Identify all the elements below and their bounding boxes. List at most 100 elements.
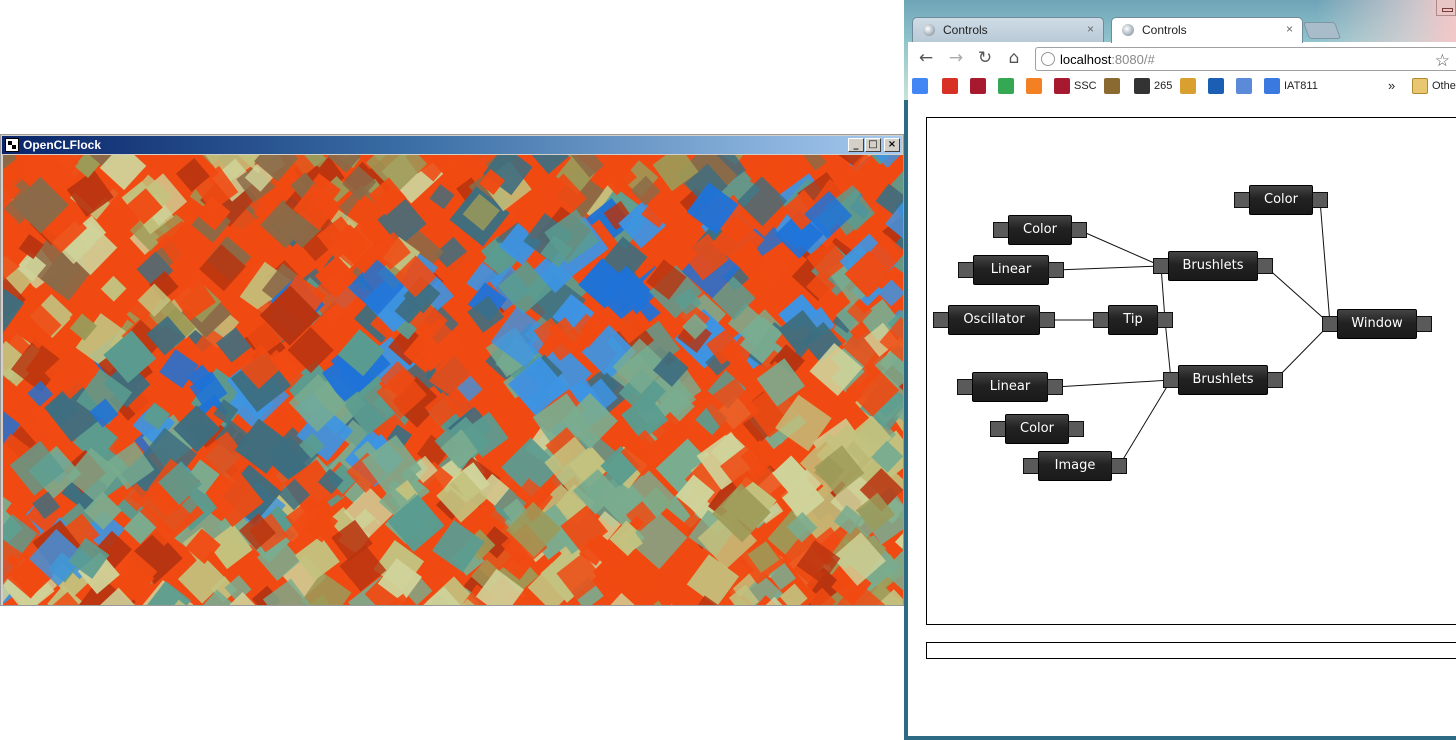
output-port[interactable] [1039,312,1055,328]
other-bookmarks[interactable]: Othe [1412,76,1456,96]
node-tip[interactable]: Tip [1093,305,1173,335]
maximize-button[interactable]: □ [865,138,881,152]
input-port[interactable] [1023,458,1039,474]
stack-icon [1026,78,1042,95]
input-port[interactable] [993,222,1009,238]
output-port[interactable] [1068,421,1084,437]
bookmark-label: IAT811 [1284,80,1318,92]
close-tab-icon[interactable]: × [1087,22,1094,36]
doc-blue-icon [1264,78,1280,95]
edge-linear1-brushlets1 [1055,265,1162,271]
input-port[interactable] [990,421,1006,437]
output-port[interactable] [1048,262,1064,278]
bookmark-iat811[interactable]: IAT811 [1264,76,1318,96]
node-label[interactable]: Color [1005,414,1069,444]
reload-button[interactable]: ↻ [975,48,995,68]
google-icon [912,78,928,95]
bookmark-sfu[interactable] [970,76,990,96]
node-graph-canvas[interactable]: Color Color Linear Brushlets Oscillator Tip Wi… [926,117,1456,625]
node-window[interactable]: Window [1322,309,1432,339]
globe-icon [923,24,935,36]
node-color2[interactable]: Color [1234,185,1328,215]
bookmarks-overflow-button[interactable]: » [1388,76,1395,96]
node-label[interactable]: Linear [973,255,1049,285]
node-linear2[interactable]: Linear [957,372,1063,402]
sfu-icon [1054,78,1070,95]
bookmark-google[interactable] [912,76,932,96]
page-content: Color Color Linear Brushlets Oscillator Tip Wi… [908,100,1456,736]
output-port[interactable] [1267,372,1283,388]
input-port[interactable] [1163,372,1179,388]
flock-title-bar[interactable]: OpenCLFlock _ □ × [2,136,902,154]
node-label[interactable]: Oscillator [948,305,1040,335]
window-minimize-button[interactable] [1436,0,1456,16]
chart-icon [1104,78,1120,95]
output-port[interactable] [1312,192,1328,208]
input-port[interactable] [1093,312,1109,328]
bookmark-document[interactable] [1236,76,1256,96]
bookmark-mp[interactable] [1180,76,1200,96]
tab-label: Controls [1142,23,1187,37]
node-label[interactable]: Color [1249,185,1313,215]
node-label[interactable]: Window [1337,309,1417,339]
tab-controls-2[interactable]: Controls × [1111,17,1303,43]
bookmark-stack[interactable] [1026,76,1046,96]
browser-window: Controls × Controls × ← → ↻ ⌂ localhost:… [904,0,1456,740]
input-port[interactable] [1322,316,1338,332]
bookmark-star-icon[interactable]: ☆ [1435,51,1450,71]
node-color1[interactable]: Color [993,215,1087,245]
bookmark-ssc[interactable]: SSC [1054,76,1097,96]
input-port[interactable] [933,312,949,328]
flock-render-canvas[interactable] [3,155,903,605]
node-brushlets2[interactable]: Brushlets [1163,365,1283,395]
output-port[interactable] [1416,316,1432,332]
bookmark-chart[interactable] [1104,76,1124,96]
minimize-button[interactable]: _ [848,138,864,152]
back-button[interactable]: ← [916,48,936,68]
mp-icon [1180,78,1196,95]
input-port[interactable] [957,379,973,395]
node-label[interactable]: Tip [1108,305,1158,335]
node-label[interactable]: Brushlets [1168,251,1258,281]
edge-color2-window [1319,199,1331,325]
gmail-icon [942,78,958,95]
nine-icon [1208,78,1224,95]
node-image[interactable]: Image [1023,451,1127,481]
node-label[interactable]: Color [1008,215,1072,245]
output-port[interactable] [1047,379,1063,395]
output-port[interactable] [1157,312,1173,328]
bookmark-play-store[interactable] [998,76,1018,96]
bookmark-nine[interactable] [1208,76,1228,96]
node-linear1[interactable]: Linear [958,255,1064,285]
bookmark-265[interactable]: 265 [1134,76,1172,96]
output-port[interactable] [1257,258,1273,274]
edge-linear2-brushlets2 [1054,379,1172,388]
node-label[interactable]: Brushlets [1178,365,1268,395]
close-button[interactable]: × [884,138,900,152]
close-tab-icon[interactable]: × [1286,22,1293,36]
edge-brushlets1-window [1264,265,1331,325]
minimize-icon [1442,8,1453,12]
input-port[interactable] [1153,258,1169,274]
node-oscillator[interactable]: Oscillator [933,305,1055,335]
new-tab-button[interactable] [1302,22,1342,39]
page-info-icon[interactable] [1041,52,1055,66]
node-label[interactable]: Linear [972,372,1048,402]
forward-button[interactable]: → [946,48,966,68]
tab-controls-1[interactable]: Controls × [912,17,1104,43]
input-port[interactable] [1234,192,1250,208]
output-port[interactable] [1111,458,1127,474]
address-url: localhost:8080/# [1060,52,1155,67]
document-icon [1236,78,1252,95]
output-port[interactable] [1071,222,1087,238]
home-button[interactable]: ⌂ [1004,48,1024,68]
flock-window-title: OpenCLFlock [23,138,102,152]
input-port[interactable] [958,262,974,278]
node-label[interactable]: Image [1038,451,1112,481]
address-bar[interactable]: localhost:8080/# ☆ [1035,47,1456,71]
opencl-flock-window: OpenCLFlock _ □ × [0,134,904,606]
bookmark-gmail[interactable] [942,76,962,96]
flock-render-svg [3,155,903,605]
node-brushlets1[interactable]: Brushlets [1153,251,1273,281]
node-color3[interactable]: Color [990,414,1084,444]
